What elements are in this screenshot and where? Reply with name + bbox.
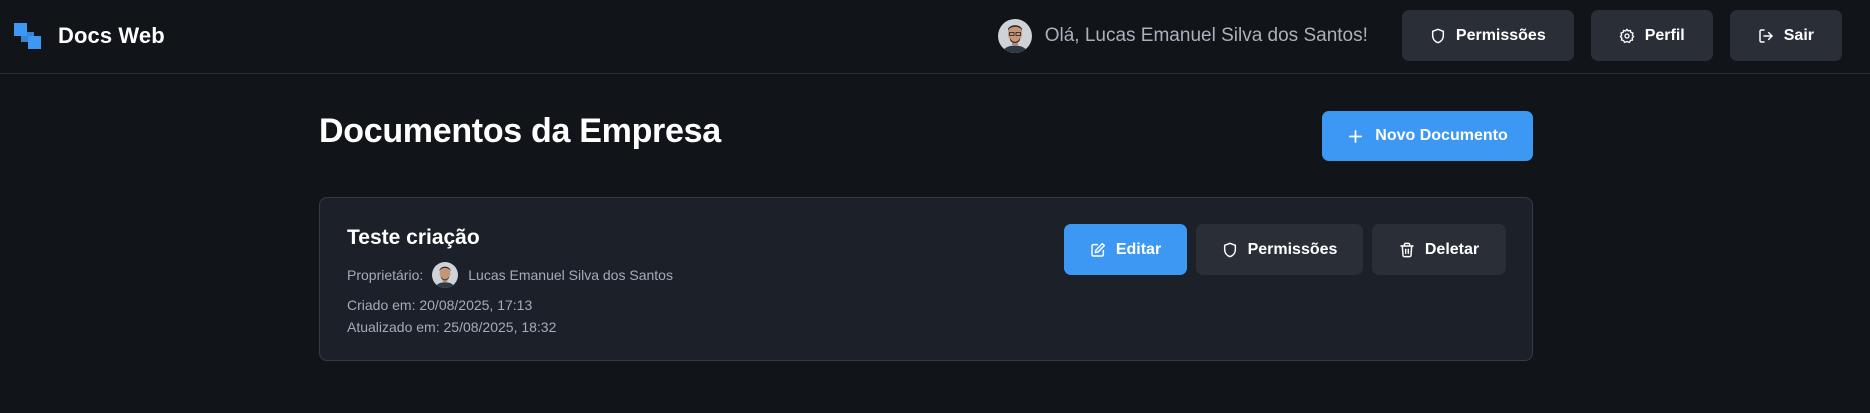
document-title: Teste criação [347, 226, 480, 249]
top-header: Docs Web Olá, Lucas Emanuel Silva dos Sa… [0, 0, 1870, 74]
owner-name: Lucas Emanuel Silva dos Santos [468, 267, 673, 283]
owner-avatar [432, 262, 459, 288]
brand-name: Docs Web [58, 23, 165, 48]
profile-button[interactable]: Perfil [1590, 10, 1713, 61]
document-owner: Proprietário: Lucas Emanuel Silva dos Sa… [347, 262, 673, 288]
document-actions: Editar Permissões Deletar [1064, 224, 1506, 275]
edit-label: Editar [1115, 240, 1162, 258]
edit-icon [1091, 242, 1105, 257]
greeting: Olá, Lucas Emanuel Silva dos Santos! [1044, 24, 1368, 46]
user-photo-icon [997, 18, 1032, 53]
document-card: Teste criação Proprietário: Lucas Emanue… [319, 197, 1533, 361]
logout-icon [1759, 28, 1773, 43]
new-document-label: Novo Documento [1375, 127, 1508, 144]
owner-label: Proprietário: [347, 267, 424, 283]
avatar[interactable] [997, 18, 1032, 53]
delete-label: Deletar [1424, 240, 1480, 258]
header-permissions-label: Permissões [1455, 26, 1546, 44]
shield-icon [1223, 242, 1236, 257]
gear-icon [1619, 28, 1635, 43]
trash-icon [1400, 242, 1414, 257]
profile-label: Perfil [1644, 26, 1685, 44]
docs-web-logo-icon [14, 23, 41, 49]
logout-button[interactable]: Sair [1729, 10, 1842, 61]
page-title: Documentos da Empresa [319, 112, 721, 150]
document-permissions-label: Permissões [1247, 240, 1338, 258]
logout-label: Sair [1783, 26, 1814, 44]
document-permissions-button[interactable]: Permissões [1196, 224, 1363, 275]
document-updated-date: Atualizado em: 25/08/2025, 18:32 [347, 319, 557, 335]
new-document-button[interactable]: Novo Documento [1322, 111, 1533, 161]
user-area: Olá, Lucas Emanuel Silva dos Santos! Per… [997, 10, 1842, 61]
plus-icon [1349, 129, 1363, 143]
brand[interactable]: Docs Web [14, 22, 165, 50]
header-permissions-button[interactable]: Permissões [1401, 10, 1574, 61]
user-photo-icon [432, 262, 459, 288]
delete-button[interactable]: Deletar [1372, 224, 1506, 275]
shield-icon [1431, 28, 1444, 43]
document-created-date: Criado em: 20/08/2025, 17:13 [347, 297, 533, 313]
edit-button[interactable]: Editar [1064, 224, 1187, 275]
